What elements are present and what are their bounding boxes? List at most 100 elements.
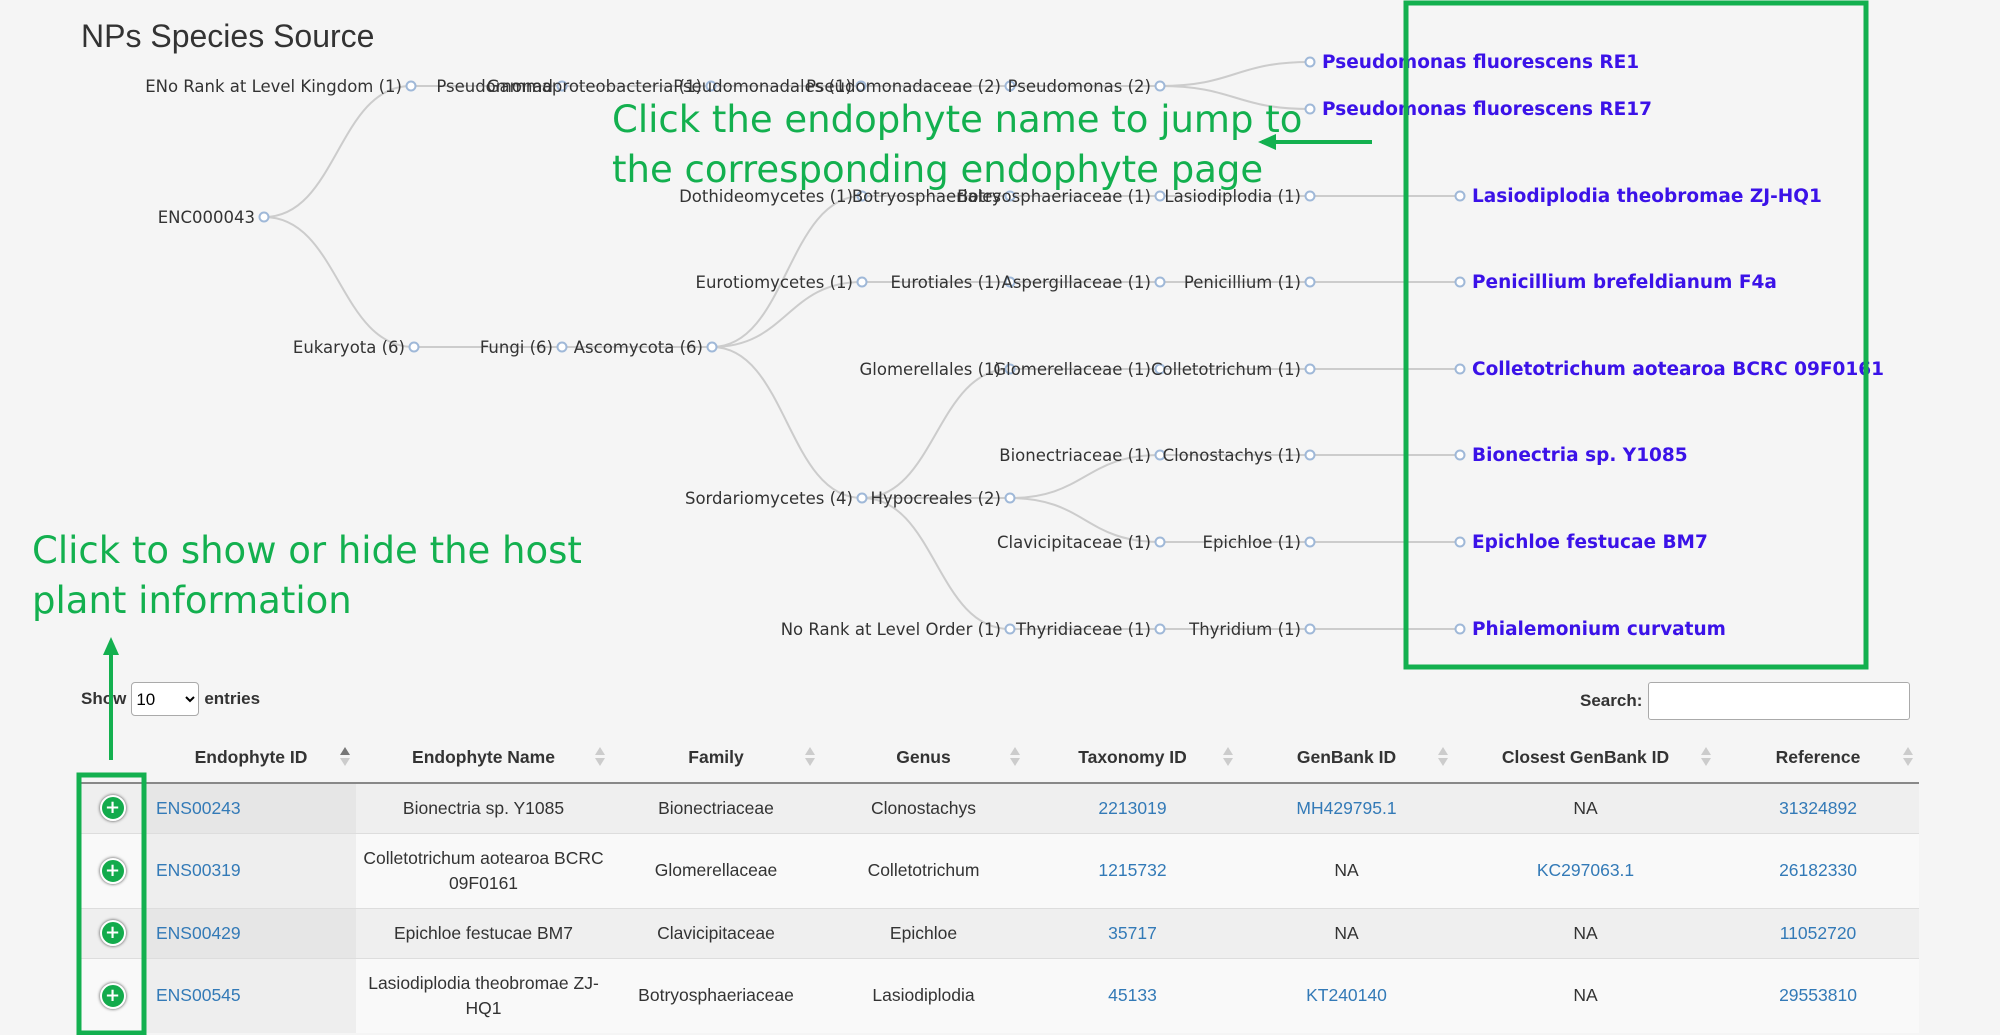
tree-node[interactable]: Hypocreales (2) [871,489,1016,508]
tree-node[interactable]: ENo Rank at Level Kingdom (1) [145,77,417,96]
tree-node[interactable]: Colletotrichum (1) [1151,360,1316,379]
tree-node-circle[interactable] [1304,536,1316,548]
tree-leaf-node[interactable]: Penicillium brefeldianum F4a [1454,272,1777,293]
plus-circle-icon[interactable]: + [99,920,126,946]
tree-node-circle[interactable] [556,341,568,353]
endophyte-name-link[interactable]: Phialemonium curvatum [1472,619,1726,640]
tree-node-circle[interactable] [1004,623,1016,635]
reference-link[interactable]: 11052720 [1717,907,1919,958]
tree-leaf-node[interactable]: Lasiodiplodia theobromae ZJ-HQ1 [1454,186,1822,207]
column-genbank-id[interactable]: GenBank ID [1239,732,1454,784]
tree-node-circle[interactable] [1154,276,1166,288]
tree-leaf-node[interactable]: Pseudomonas fluorescens RE1 [1304,52,1640,73]
tree-node-circle[interactable] [1454,623,1466,635]
tree-node[interactable]: Eurotiomycetes (1) [696,273,868,292]
tree-node[interactable]: Thyridiaceae (1) [1015,620,1166,639]
tree-node[interactable]: Clonostachys (1) [1163,446,1316,465]
tree-node-circle[interactable] [1304,56,1316,68]
tree-node-circle[interactable] [1304,103,1316,115]
endophyte-name-link[interactable]: Lasiodiplodia theobromae ZJ-HQ1 [1472,186,1822,207]
tree-node[interactable]: Ascomycota (6) [574,338,718,357]
taxonomy-id-link[interactable]: 1215732 [1026,832,1239,908]
endophyte-id-link[interactable]: ENS00319 [146,832,356,908]
expand-cell[interactable]: + [79,957,146,1033]
reference-link[interactable]: 31324892 [1717,782,1919,833]
tree-node[interactable]: Pseudomonas (2) [1008,77,1166,96]
tree-leaf-node[interactable]: Epichloe festucae BM7 [1454,532,1708,553]
tree-node[interactable]: Eurotiales (1) [890,273,1016,292]
endophyte-name-link[interactable]: Colletotrichum aotearoa BCRC 09F0161 [1472,359,1884,380]
endophyte-name-link[interactable]: Pseudomonas fluorescens RE1 [1322,52,1639,73]
reference-link-text[interactable]: 11052720 [1780,923,1857,943]
tree-node-circle[interactable] [1304,276,1316,288]
tree-node-circle[interactable] [1154,536,1166,548]
endophyte-name-link[interactable]: Pseudomonas fluorescens RE17 [1322,99,1652,120]
tree-node[interactable]: Thyridium (1) [1188,620,1316,639]
tree-node-circle[interactable] [856,492,868,504]
reference-link-text[interactable]: 26182330 [1779,860,1857,880]
closest-genbank-id-cell[interactable]: KC297063.1 [1454,832,1717,908]
taxonomy-id-link[interactable]: 45133 [1026,957,1239,1033]
tree-node-circle[interactable] [1454,536,1466,548]
genbank-id-cell[interactable]: KT240140 [1239,957,1454,1033]
taxonomy-id-link-text[interactable]: 45133 [1108,985,1157,1005]
tree-node-circle[interactable] [1304,623,1316,635]
expand-cell[interactable]: + [79,907,146,958]
endophyte-id-link[interactable]: ENS00545 [146,957,356,1033]
column-family[interactable]: Family [611,732,821,784]
tree-node-circle[interactable] [1004,492,1016,504]
endophyte-id-link-text[interactable]: ENS00545 [156,985,241,1005]
tree-node[interactable]: Epichloe (1) [1203,533,1316,552]
tree-node-circle[interactable] [1304,363,1316,375]
tree-node-circle[interactable] [1454,276,1466,288]
entries-select[interactable]: 10 [131,682,200,716]
endophyte-id-link[interactable]: ENS00243 [146,782,356,833]
tree-node[interactable]: Glomerellaceae (1) [993,360,1166,379]
tree-node[interactable]: Bionectriaceae (1) [999,446,1166,465]
column-endophyte-name[interactable]: Endophyte Name [356,732,611,784]
tree-node-circle[interactable] [706,341,718,353]
reference-link[interactable]: 26182330 [1717,832,1919,908]
endophyte-id-link-text[interactable]: ENS00243 [156,798,241,818]
column-endophyte-id[interactable]: Endophyte ID [146,732,356,784]
closest-genbank-id-cell-text[interactable]: KC297063.1 [1537,860,1634,880]
tree-node-circle[interactable] [1454,190,1466,202]
endophyte-id-link-text[interactable]: ENS00429 [156,923,241,943]
tree-leaf-node[interactable]: Bionectria sp. Y1085 [1454,445,1688,466]
reference-link-text[interactable]: 31324892 [1779,798,1857,818]
endophyte-id-link-text[interactable]: ENS00319 [156,860,241,880]
plus-circle-icon[interactable]: + [99,795,126,822]
tree-leaf-node[interactable]: Pseudomonas fluorescens RE17 [1304,99,1653,120]
tree-leaf-node[interactable]: Phialemonium curvatum [1454,619,1726,640]
tree-node-circle[interactable] [1454,363,1466,375]
column-reference[interactable]: Reference [1717,732,1919,784]
column-taxonomy-id[interactable]: Taxonomy ID [1026,732,1239,784]
endophyte-name-link[interactable]: Bionectria sp. Y1085 [1472,445,1688,466]
tree-node[interactable]: Sordariomycetes (4) [685,489,868,508]
tree-node[interactable]: No Rank at Level Order (1) [781,620,1016,639]
tree-node[interactable]: ENC000043 [158,208,270,227]
tree-leaf-node[interactable]: Colletotrichum aotearoa BCRC 09F0161 [1454,359,1885,380]
tree-node[interactable]: Glomerellales (1) [860,360,1016,379]
tree-node-circle[interactable] [1154,623,1166,635]
tree-node-circle[interactable] [405,80,417,92]
tree-node-circle[interactable] [1154,80,1166,92]
tree-node-circle[interactable] [1304,449,1316,461]
tree-node[interactable]: Penicillium (1) [1184,273,1316,292]
tree-node[interactable]: Eukaryota (6) [293,338,420,357]
endophyte-id-link[interactable]: ENS00429 [146,907,356,958]
tree-node-circle[interactable] [1304,190,1316,202]
taxonomy-id-link[interactable]: 2213019 [1026,782,1239,833]
tree-node[interactable]: Pseudomonadaceae (2) [806,77,1016,96]
tree-node-circle[interactable] [258,211,270,223]
expand-cell[interactable]: + [79,782,146,833]
tree-node[interactable]: Clavicipitaceae (1) [997,533,1166,552]
column-genus[interactable]: Genus [821,732,1026,784]
endophyte-name-link[interactable]: Epichloe festucae BM7 [1472,532,1708,553]
reference-link[interactable]: 29553810 [1717,957,1919,1033]
genbank-id-cell-text[interactable]: MH429795.1 [1296,798,1396,818]
taxonomy-id-link-text[interactable]: 35717 [1108,923,1157,943]
taxonomy-id-link[interactable]: 35717 [1026,907,1239,958]
tree-node-circle[interactable] [408,341,420,353]
tree-node-circle[interactable] [1454,449,1466,461]
